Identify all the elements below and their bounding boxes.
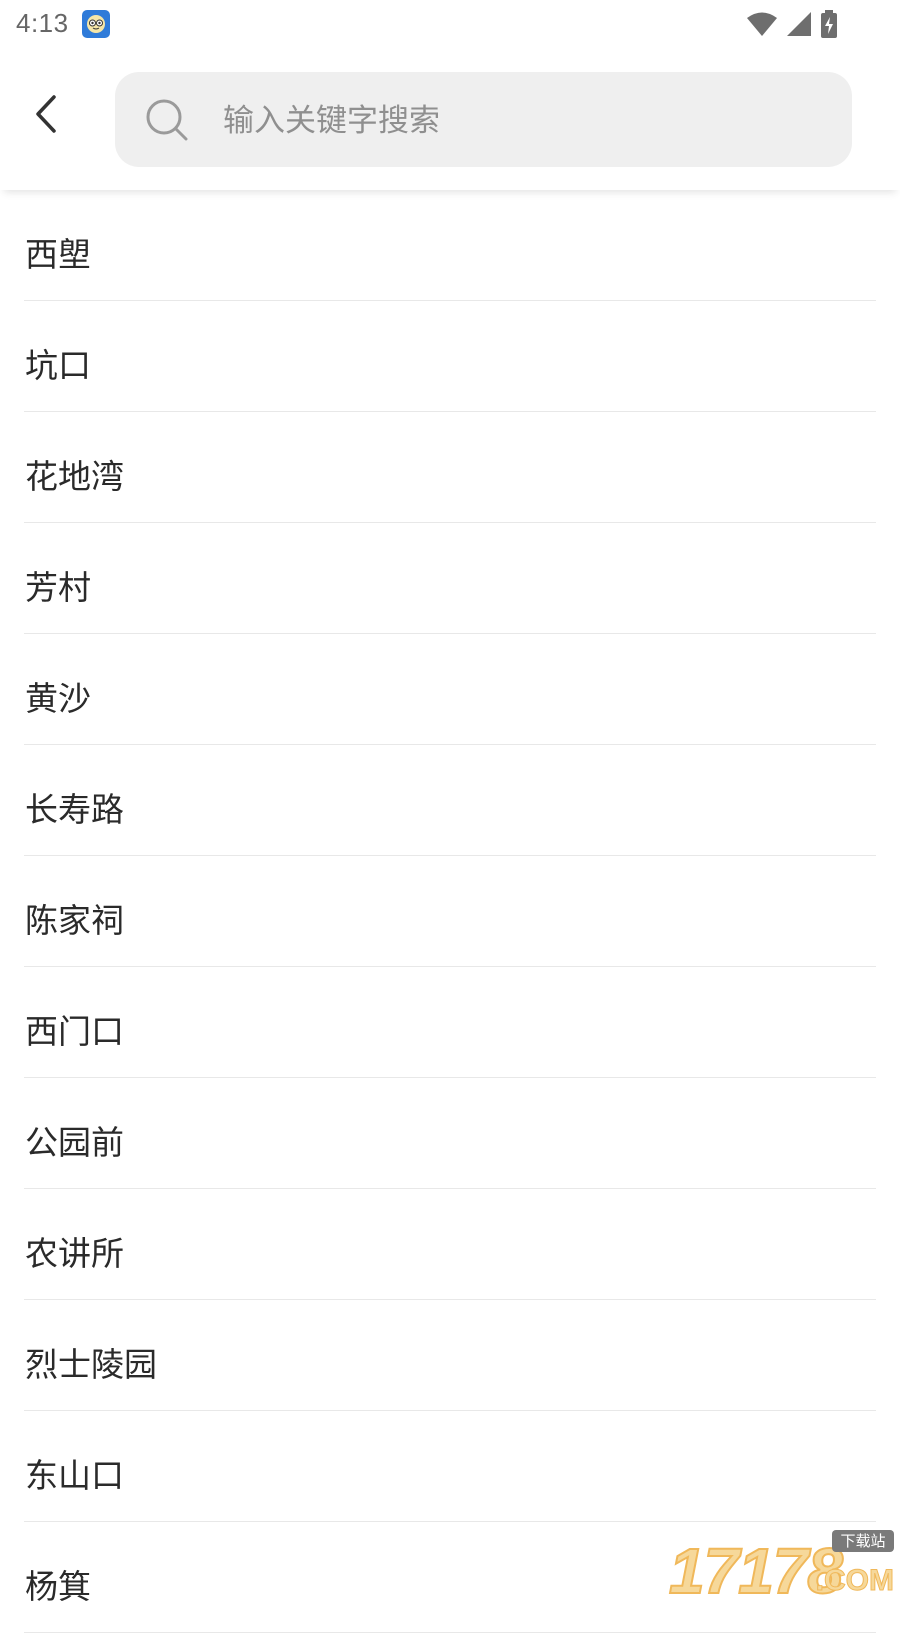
station-item[interactable]: 陈家祠 xyxy=(24,856,876,967)
station-item[interactable]: 东山口 xyxy=(24,1411,876,1522)
station-item[interactable]: 芳村 xyxy=(24,523,876,634)
station-item[interactable]: 长寿路 xyxy=(24,745,876,856)
station-item[interactable]: 杨箕 xyxy=(24,1522,876,1633)
status-time: 4:13 xyxy=(16,8,69,38)
station-item[interactable]: 坑口 xyxy=(24,301,876,412)
chevron-left-icon xyxy=(32,94,60,138)
cellular-signal-icon xyxy=(786,11,812,41)
station-item[interactable]: 花地湾 xyxy=(24,412,876,523)
assistant-face-icon xyxy=(82,10,110,38)
station-item[interactable]: 公园前 xyxy=(24,1078,876,1189)
back-button[interactable] xyxy=(22,92,70,140)
station-list: 西塱 坑口 花地湾 芳村 黄沙 长寿路 陈家祠 西门口 公园前 农讲所 烈士陵园… xyxy=(0,190,900,1633)
station-item[interactable]: 黄沙 xyxy=(24,634,876,745)
station-item[interactable]: 西门口 xyxy=(24,967,876,1078)
station-label: 杨箕 xyxy=(25,1567,91,1606)
wifi-icon xyxy=(746,11,778,41)
search-box[interactable] xyxy=(115,72,852,169)
station-item[interactable]: 烈士陵园 xyxy=(24,1300,876,1411)
station-item[interactable]: 农讲所 xyxy=(24,1189,876,1300)
search-input[interactable] xyxy=(221,72,825,169)
station-item[interactable]: 西塱 xyxy=(24,190,876,301)
search-icon xyxy=(145,98,189,142)
search-header xyxy=(0,48,900,190)
status-bar: 4:13 xyxy=(0,0,900,48)
battery-charging-icon xyxy=(820,10,838,42)
